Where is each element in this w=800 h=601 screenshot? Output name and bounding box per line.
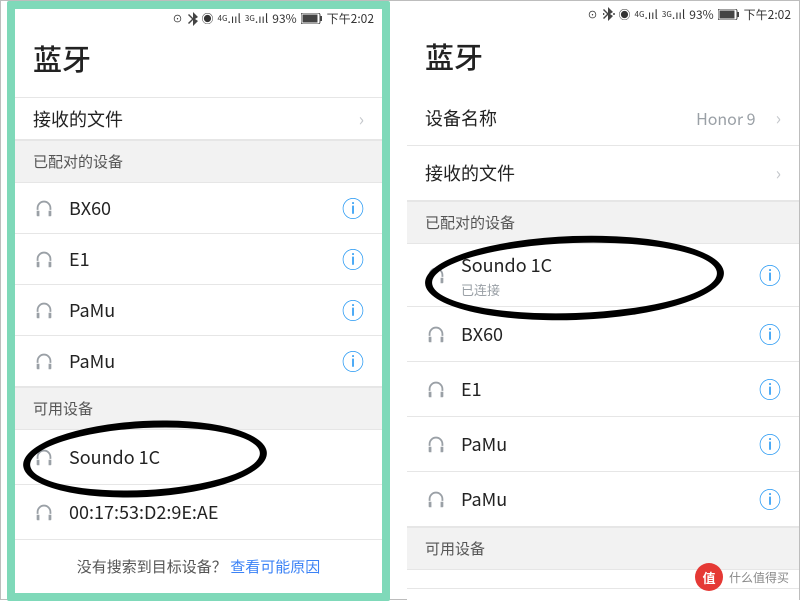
device-name: Soundo 1C bbox=[69, 444, 364, 470]
headphone-icon bbox=[425, 264, 447, 286]
not-found-footer: 没有搜索到目标设备？ 查看可能原因 bbox=[15, 540, 382, 593]
headphone-icon bbox=[33, 446, 55, 468]
section-paired: 已配对的设备 bbox=[15, 140, 382, 183]
headphone-icon bbox=[425, 323, 447, 345]
received-files-row[interactable]: 接收的文件 › bbox=[407, 146, 799, 201]
status-bar: ☉ ◉ 4G.ııl 3G.ııl 93% 下午2:02 bbox=[15, 9, 382, 29]
bluetooth-icon bbox=[188, 12, 198, 26]
signal-icon: 4G.ııl bbox=[635, 6, 658, 23]
headphone-icon bbox=[425, 433, 447, 455]
paired-device-row[interactable]: E1 ⓘ bbox=[407, 362, 799, 417]
info-icon[interactable]: ⓘ bbox=[759, 488, 781, 510]
paired-list: Soundo 1C 已连接 ⓘ BX60 ⓘ E1 ⓘ PaMu ⓘ bbox=[407, 244, 799, 527]
clock-icon: ☉ bbox=[172, 10, 184, 27]
available-device-row[interactable]: 00:17:53:D2:9E:AE bbox=[15, 485, 382, 540]
headphone-icon bbox=[33, 248, 55, 270]
signal-icon: 3G.ııl bbox=[245, 10, 268, 27]
info-icon[interactable]: ⓘ bbox=[342, 299, 364, 321]
headphone-icon bbox=[425, 488, 447, 510]
footer-link[interactable]: 查看可能原因 bbox=[230, 556, 320, 577]
paired-device-row[interactable]: BX60 ⓘ bbox=[15, 183, 382, 234]
chevron-right-icon: › bbox=[359, 110, 364, 128]
headphone-icon bbox=[33, 501, 55, 523]
device-name-row[interactable]: 设备名称 Honor 9 › bbox=[407, 91, 799, 146]
eye-icon: ◉ bbox=[202, 10, 214, 27]
headphone-icon bbox=[33, 299, 55, 321]
received-files-row[interactable]: 接收的文件 › bbox=[15, 98, 382, 140]
battery-icon bbox=[301, 13, 323, 24]
battery-percent: 93% bbox=[272, 10, 296, 27]
info-icon[interactable]: ⓘ bbox=[759, 323, 781, 345]
clock-icon: ☉ bbox=[587, 6, 599, 23]
paired-device-row[interactable]: PaMu ⓘ bbox=[15, 336, 382, 387]
chevron-right-icon: › bbox=[776, 109, 781, 127]
battery-percent: 93% bbox=[689, 6, 713, 23]
paired-device-row[interactable]: BX60 ⓘ bbox=[407, 307, 799, 362]
device-name: PaMu bbox=[69, 348, 328, 374]
available-device-row[interactable]: Soundo 1C bbox=[15, 430, 382, 485]
info-icon[interactable]: ⓘ bbox=[759, 264, 781, 286]
signal-icon: 4G.ııl bbox=[218, 10, 241, 27]
connection-status: 已连接 bbox=[461, 280, 745, 299]
headphone-icon bbox=[425, 378, 447, 400]
device-name: E1 bbox=[69, 246, 328, 272]
watermark: 值 什么值得买 bbox=[695, 563, 789, 591]
device-name: PaMu bbox=[69, 297, 328, 323]
signal-icon: 3G.ııl bbox=[662, 6, 685, 23]
chevron-right-icon: › bbox=[776, 164, 781, 182]
headphone-icon bbox=[33, 350, 55, 372]
section-paired: 已配对的设备 bbox=[407, 201, 799, 244]
device-name: PaMu bbox=[461, 486, 745, 512]
clock-time: 下午2:02 bbox=[327, 10, 374, 27]
device-name: PaMu bbox=[461, 431, 745, 457]
page-title: 蓝牙 bbox=[15, 29, 382, 93]
phone-right: ☉ ◉ 4G.ııl 3G.ııl 93% 下午2:02 蓝牙 设备名称 Hon… bbox=[407, 1, 799, 601]
device-name-value: Honor 9 bbox=[696, 106, 755, 130]
page-title: 蓝牙 bbox=[407, 27, 799, 91]
info-icon[interactable]: ⓘ bbox=[342, 248, 364, 270]
watermark-badge: 值 bbox=[695, 563, 723, 591]
received-files-label: 接收的文件 bbox=[425, 160, 762, 186]
footer-text: 没有搜索到目标设备？ bbox=[77, 556, 227, 577]
phone-left: ☉ ◉ 4G.ııl 3G.ııl 93% 下午2:02 蓝牙 接收的文件 › … bbox=[7, 1, 390, 601]
paired-device-row[interactable]: Soundo 1C 已连接 ⓘ bbox=[407, 244, 799, 307]
device-name: 00:17:53:D2:9E:AE bbox=[69, 499, 364, 525]
eye-icon: ◉ bbox=[619, 6, 631, 23]
device-name: BX60 bbox=[461, 321, 745, 347]
device-name-label: 设备名称 bbox=[425, 105, 682, 131]
device-name: E1 bbox=[461, 376, 745, 402]
info-icon[interactable]: ⓘ bbox=[342, 197, 364, 219]
info-icon[interactable]: ⓘ bbox=[759, 378, 781, 400]
paired-list: BX60 ⓘ E1 ⓘ PaMu ⓘ PaMu ⓘ bbox=[15, 183, 382, 387]
available-list: Soundo 1C 00:17:53:D2:9E:AE bbox=[15, 430, 382, 540]
paired-device-row[interactable]: PaMu ⓘ bbox=[15, 285, 382, 336]
device-name: Soundo 1C bbox=[461, 252, 745, 278]
paired-device-row[interactable]: E1 ⓘ bbox=[15, 234, 382, 285]
headphone-icon bbox=[33, 197, 55, 219]
info-icon[interactable]: ⓘ bbox=[759, 433, 781, 455]
battery-icon bbox=[718, 9, 740, 20]
paired-device-row[interactable]: PaMu ⓘ bbox=[407, 472, 799, 527]
section-available: 可用设备 bbox=[15, 387, 382, 430]
watermark-text: 什么值得买 bbox=[729, 569, 789, 586]
bluetooth-connected-icon bbox=[603, 7, 615, 21]
device-name: BX60 bbox=[69, 195, 328, 221]
status-bar: ☉ ◉ 4G.ııl 3G.ııl 93% 下午2:02 bbox=[407, 1, 799, 27]
clock-time: 下午2:02 bbox=[744, 6, 791, 23]
paired-device-row[interactable]: PaMu ⓘ bbox=[407, 417, 799, 472]
received-files-label: 接收的文件 bbox=[33, 106, 345, 132]
info-icon[interactable]: ⓘ bbox=[342, 350, 364, 372]
